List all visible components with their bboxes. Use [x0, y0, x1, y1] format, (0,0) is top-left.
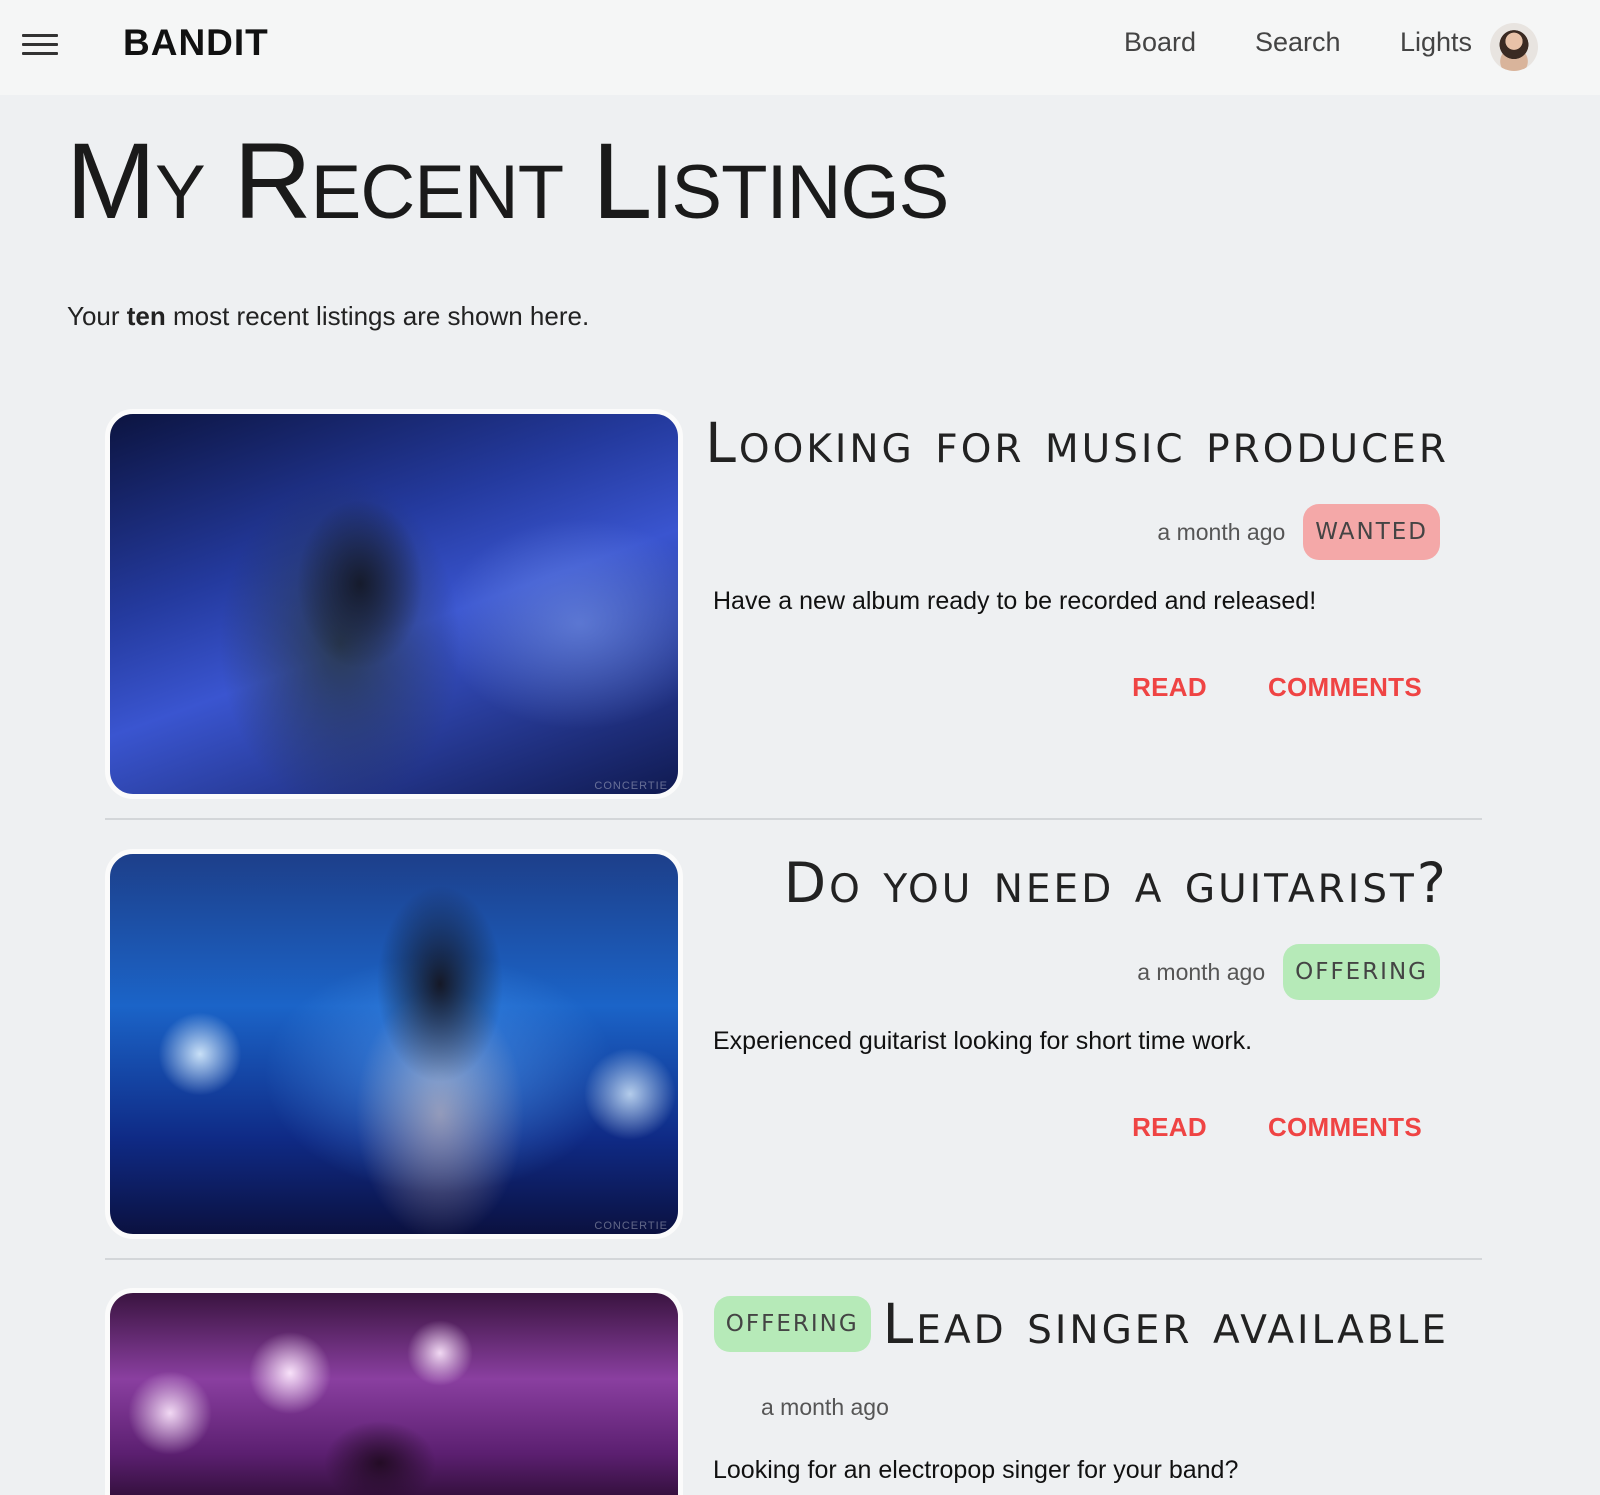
- top-navbar: BANDIT Board Search Lights: [0, 0, 1600, 95]
- listing-timestamp: a month ago: [1157, 518, 1286, 545]
- read-button[interactable]: READ: [1132, 672, 1207, 703]
- nav-board-link[interactable]: Board: [1124, 27, 1196, 58]
- photo-watermark: CONCERTIE: [594, 1220, 668, 1232]
- status-badge: OFFERING: [713, 1295, 871, 1352]
- user-avatar[interactable]: [1490, 23, 1538, 71]
- listing-card: OFFERING Lead singer available a month a…: [105, 1288, 1482, 1495]
- status-badge: OFFERING: [1283, 944, 1440, 1000]
- listing-photo[interactable]: [105, 1288, 683, 1495]
- intro-text-bold: ten: [126, 301, 166, 331]
- nav-search-link[interactable]: Search: [1255, 27, 1341, 58]
- read-button[interactable]: READ: [1132, 1112, 1207, 1143]
- listing-photo[interactable]: CONCERTIE: [105, 409, 683, 799]
- listing-timestamp: a month ago: [761, 1394, 889, 1420]
- divider: [105, 818, 1482, 820]
- intro-text-post: most recent listings are shown here.: [165, 301, 590, 331]
- divider: [105, 1258, 1482, 1260]
- listing-meta: a month ago WANTED: [1157, 504, 1440, 560]
- listing-timestamp: a month ago: [1137, 958, 1266, 985]
- listing-card: CONCERTIE Looking for music producer a m…: [105, 409, 1482, 799]
- hamburger-menu-icon[interactable]: [22, 32, 58, 58]
- listing-description: Have a new album ready to be recorded an…: [713, 587, 1317, 615]
- comments-button[interactable]: COMMENTS: [1268, 1112, 1422, 1143]
- page-title: My Recent Listings: [66, 120, 949, 241]
- listing-actions: READ COMMENTS: [1132, 672, 1422, 703]
- listing-actions: READ COMMENTS: [1132, 1112, 1422, 1143]
- intro-text-pre: Your: [67, 301, 127, 331]
- nav-lights-link[interactable]: Lights: [1400, 27, 1472, 58]
- listing-card: CONCERTIE Do you need a guitarist? a mon…: [105, 849, 1482, 1239]
- listing-description: Looking for an electropop singer for you…: [713, 1456, 1239, 1484]
- listing-title: Lead singer available: [882, 1291, 1449, 1356]
- listing-title: Looking for music producer: [705, 411, 1449, 475]
- intro-text: Your ten most recent listings are shown …: [67, 301, 589, 332]
- listing-photo[interactable]: CONCERTIE: [105, 849, 683, 1239]
- listing-meta: a month ago OFFERING: [1137, 944, 1440, 1000]
- listing-header: OFFERING Lead singer available: [713, 1291, 1449, 1356]
- photo-watermark: CONCERTIE: [594, 780, 668, 792]
- listing-description: Experienced guitarist looking for short …: [713, 1027, 1253, 1055]
- listing-title: Do you need a guitarist?: [783, 851, 1449, 915]
- comments-button[interactable]: COMMENTS: [1268, 672, 1422, 703]
- status-badge: WANTED: [1303, 504, 1440, 560]
- brand-logo[interactable]: BANDIT: [123, 22, 269, 64]
